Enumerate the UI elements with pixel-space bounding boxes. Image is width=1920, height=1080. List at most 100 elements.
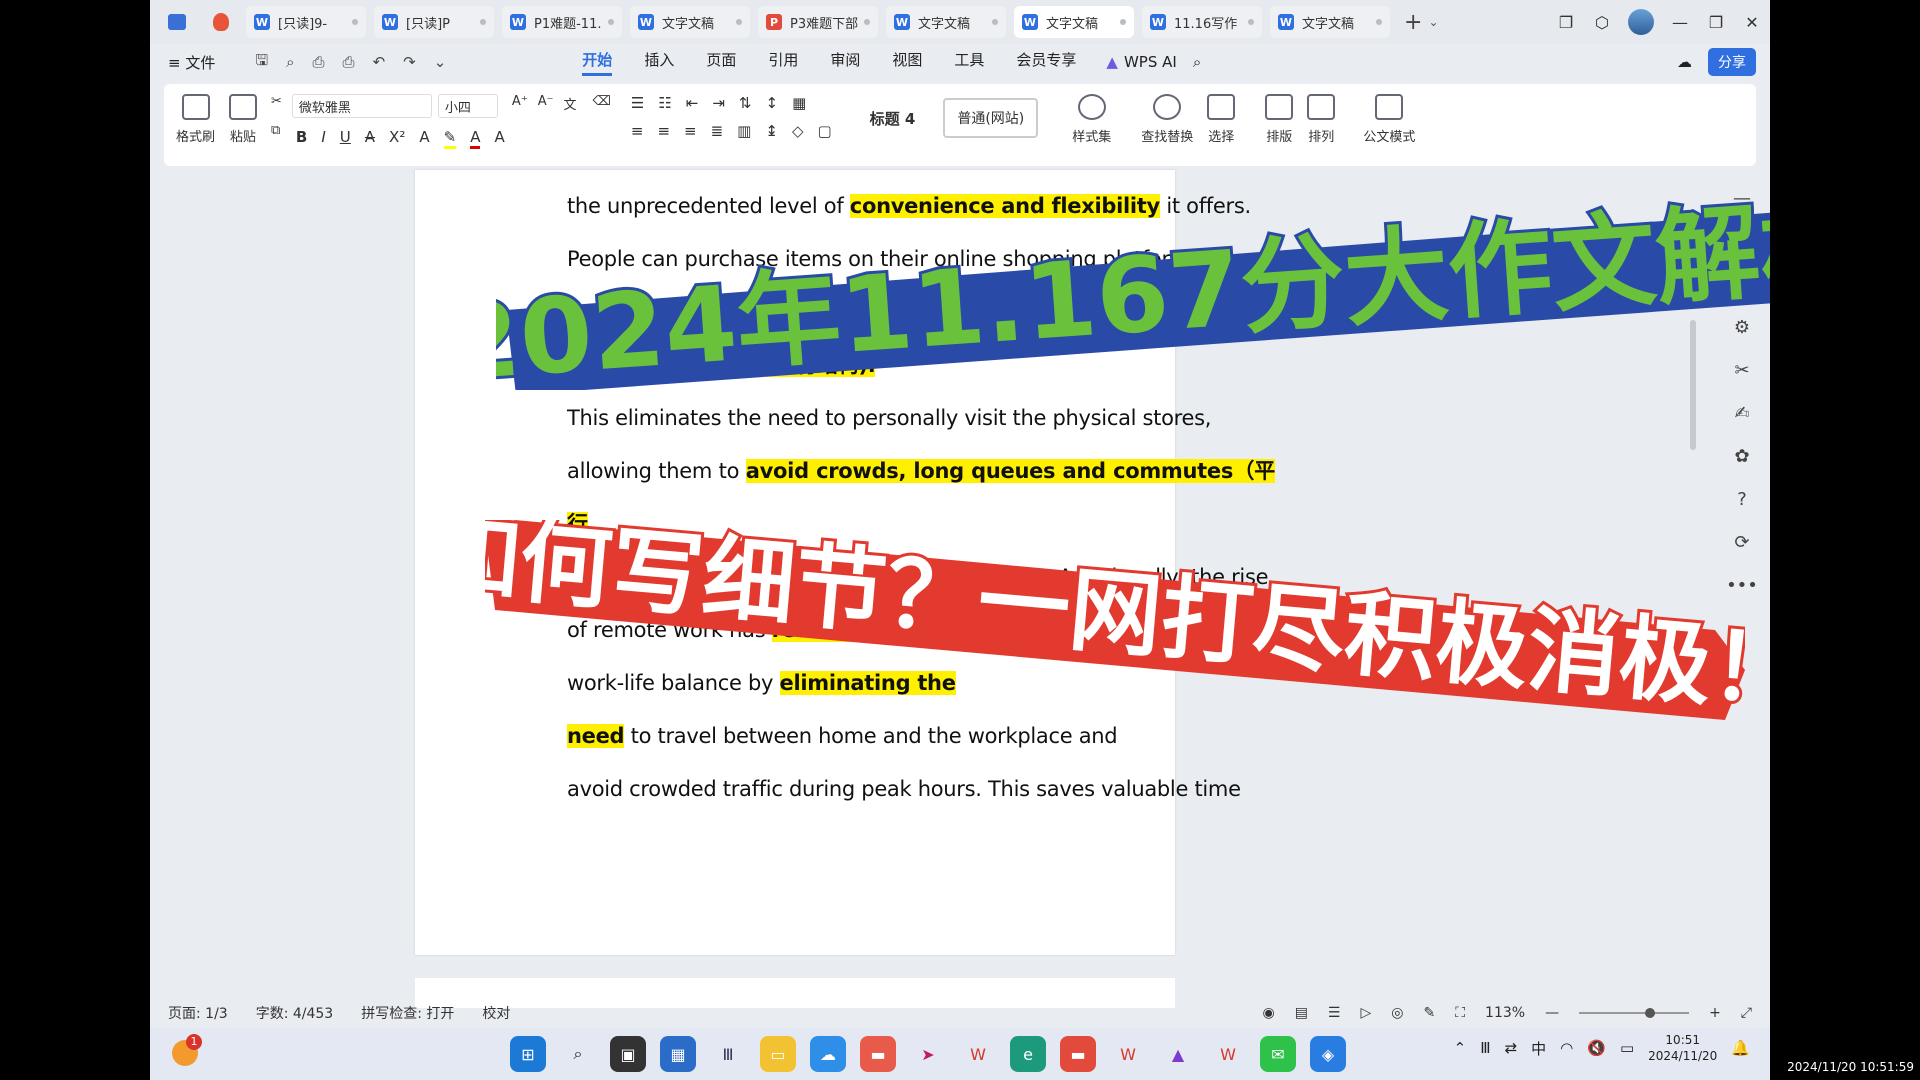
char-shading-icon[interactable]: A [494,128,504,149]
strikethrough-icon[interactable]: A [365,128,375,149]
tab-close-icon[interactable] [1376,19,1382,25]
tab-close-icon[interactable] [1120,19,1126,25]
style-heading-4[interactable]: 标题 4 [870,108,916,129]
file-menu[interactable]: ≡ 文件 [168,52,215,73]
highlight-icon[interactable]: ✎ [443,128,457,149]
cloud-upload-icon[interactable]: ☁ [1677,53,1692,71]
shrink-font-icon[interactable]: A⁻ [538,94,554,118]
new-tab-button[interactable]: + [1404,10,1422,35]
cut-icon[interactable]: ✂ [271,94,282,109]
tab-close-icon[interactable] [480,19,486,25]
align-left-icon[interactable]: ≡ [631,122,644,140]
share-button[interactable]: 分享 [1708,48,1756,76]
tab-8[interactable]: W 文字文稿 [1270,6,1390,38]
menu-tab-2[interactable]: 页面 [706,49,736,76]
bold-icon[interactable]: B [296,128,307,149]
tools-icon[interactable]: ✂ [1734,360,1749,381]
align-center-icon[interactable]: ≡ [657,122,670,140]
phonetic-icon[interactable]: 文 [563,94,576,118]
wifi-icon[interactable]: ◠ [1560,1039,1573,1057]
volume-muted-icon[interactable]: 🔇 [1587,1039,1606,1057]
zoom-level[interactable]: 113% [1485,1005,1525,1021]
borders-icon[interactable]: ▢ [817,122,831,140]
font-name-select[interactable]: 微软雅黑 [291,94,432,118]
zoom-slider[interactable] [1579,1008,1690,1018]
menu-tab-3[interactable]: 引用 [768,49,798,76]
tab-0[interactable]: W [只读]9- [246,6,366,38]
wps-doc-icon[interactable]: W [1210,1036,1246,1072]
save-icon[interactable]: 🖫 [255,50,268,75]
search-icon[interactable]: ⌕ [1193,53,1201,71]
menu-tab-5[interactable]: 视图 [892,49,922,76]
ai-app-icon[interactable]: ▲ [1160,1036,1196,1072]
wechat-icon[interactable]: ✉ [1260,1036,1296,1072]
italic-icon[interactable]: I [321,128,325,149]
tab-close-icon[interactable] [864,19,870,25]
cursor-icon[interactable]: ⬉ [1734,274,1749,295]
tray-chevron-icon[interactable]: ⌃ [1454,1039,1467,1057]
justify-icon[interactable]: ≣ [711,122,724,140]
page-indicator[interactable]: 页面: 1/3 [168,1003,228,1023]
select-button[interactable]: 选择 [1207,94,1236,145]
restore-window-icon[interactable]: ❐ [1548,13,1584,32]
avatar[interactable] [1628,9,1654,35]
clear-format-icon[interactable]: ⌫ [592,94,610,118]
redo-icon[interactable]: ↷ [403,53,416,71]
web-view-icon[interactable]: ◎ [1391,1005,1403,1021]
style-normal-web[interactable]: 普通(网站) [943,98,1039,138]
tab-list-chevron-icon[interactable]: ⌄ [1428,15,1438,29]
tab-7[interactable]: W 11.16写作 [1142,6,1262,38]
tab-close-icon[interactable] [736,19,742,25]
app-icon[interactable]: Ⅲ [710,1036,746,1072]
help-icon[interactable]: ? [1737,489,1747,510]
word-count[interactable]: 字数: 4/453 [256,1003,334,1023]
underline-icon[interactable]: U [340,128,351,149]
tab-close-icon[interactable] [1248,19,1254,25]
cloud-app-icon[interactable]: ☁ [810,1036,846,1072]
text-effect-icon[interactable]: A [419,128,429,149]
paste-button[interactable]: 粘贴 [229,94,258,145]
undo-icon[interactable]: ↶ [373,53,386,71]
format-painter-button[interactable]: 格式刷 [176,94,215,145]
red-app-icon[interactable]: ▬ [860,1036,896,1072]
tab-1[interactable]: W [只读]P [374,6,494,38]
document-page[interactable]: the unprecedented level of convenience a… [415,170,1275,955]
collapse-icon[interactable]: — [1733,188,1751,209]
proofread-button[interactable]: 校对 [482,1003,510,1023]
menu-tab-0[interactable]: 开始 [582,49,613,76]
tab-close-icon[interactable] [608,19,614,25]
zoom-in-icon[interactable]: + [1709,1005,1721,1021]
ai-write-icon[interactable]: ✍ [1734,403,1749,424]
sort-icon[interactable]: ↕ [766,94,779,112]
wps-logo-button[interactable] [202,7,240,37]
table-icon[interactable]: ▦ [792,94,806,112]
menu-tab-6[interactable]: 工具 [954,49,984,76]
maximize-button[interactable]: ❐ [1698,13,1734,32]
sync-icon[interactable]: ⟳ [1734,532,1749,553]
font-color-icon[interactable]: A [470,128,481,149]
close-button[interactable]: ✕ [1734,13,1770,32]
copy-icon[interactable]: ⧉ [271,123,280,138]
tab-2[interactable]: W P1难题-11.1 [502,6,622,38]
numbering-icon[interactable]: ☷ [658,94,671,112]
document-canvas[interactable]: the unprecedented level of convenience a… [150,170,1770,1008]
fit-icon[interactable]: ⛶ [1455,1005,1465,1021]
task-view-icon[interactable]: ▣ [610,1036,646,1072]
tab-6[interactable]: W 文字文稿 [1014,6,1134,38]
notifications-icon[interactable]: 🔔 [1731,1039,1750,1057]
clock[interactable]: 10:51 2024/11/20 [1648,1032,1717,1064]
file-explorer-icon[interactable]: ▭ [760,1036,796,1072]
minimize-button[interactable]: — [1662,13,1698,32]
ime-indicator[interactable]: 中 [1531,1038,1546,1059]
sliders-icon[interactable]: ⚙ [1734,317,1750,338]
shading-icon[interactable]: ◇ [792,122,804,140]
official-mode-button[interactable]: 公文模式 [1363,94,1415,145]
tab-5[interactable]: W 文字文稿 [886,6,1006,38]
text-direction-icon[interactable]: ⇅ [739,94,752,112]
bullets-icon[interactable]: ☰ [631,94,644,112]
edge-icon[interactable]: e [1010,1036,1046,1072]
meeting-icon[interactable]: ◈ [1310,1036,1346,1072]
zoom-out-icon[interactable]: — [1545,1005,1559,1021]
store-icon[interactable]: ▦ [660,1036,696,1072]
style-set-button[interactable]: 样式集 [1072,94,1111,145]
